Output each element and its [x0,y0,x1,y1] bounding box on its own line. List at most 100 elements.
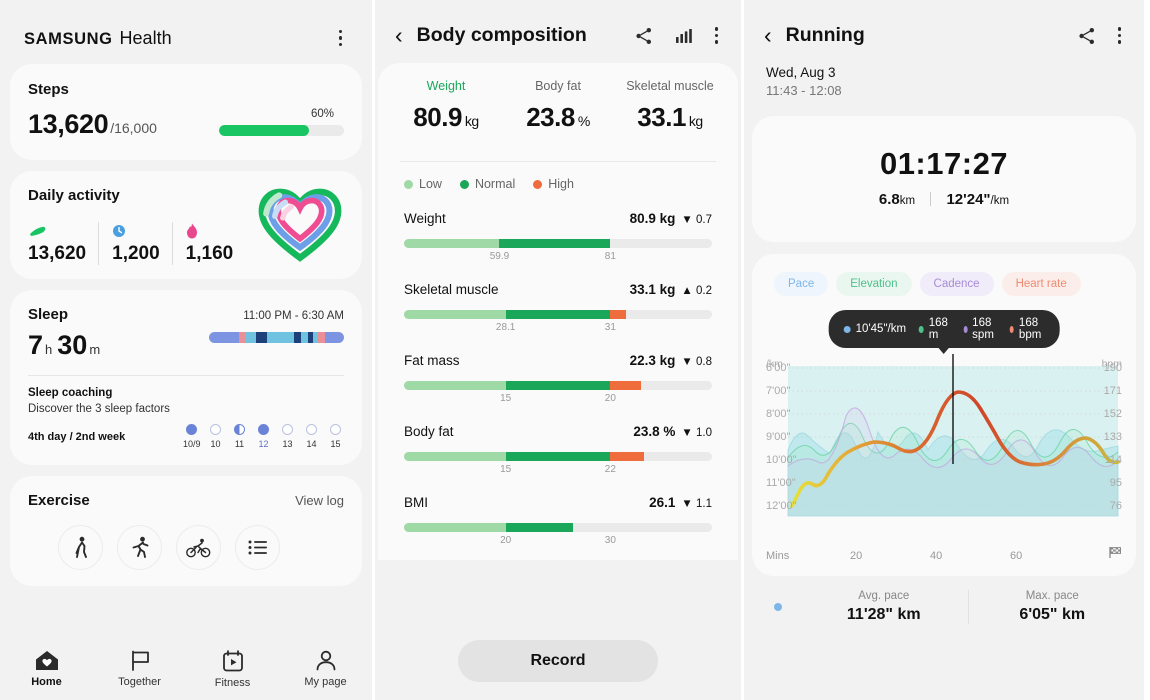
bar-chart-icon[interactable] [670,26,698,46]
bc-tab-body-fat[interactable]: Body fat 23.8% [502,79,614,133]
bc-tab-weight[interactable]: Weight 80.9 kg [390,79,502,133]
activity-metric-calories: 1,160 [171,222,246,266]
coaching-day-item[interactable]: 15 [327,424,344,449]
chip-elevation[interactable]: Elevation [836,272,912,296]
body-composition-screen: ‹ Body composition Weight 80.9 kg Body fat 2… [372,0,744,700]
steps-card[interactable]: Steps 13,620/16,000 60% [10,64,362,161]
coaching-day-item[interactable]: 10/9 [183,424,201,449]
metric-delta: ▼ 0.7 [681,214,712,226]
coaching-day-dot [282,424,293,436]
legend-item-normal: Normal [459,177,515,191]
legend-dot [533,179,543,189]
more-icon[interactable] [710,25,723,45]
metric-row[interactable]: Weight 80.9 kg ▼ 0.7 59.9 81 [404,199,712,270]
legend-dot [404,179,413,189]
metric-ticks: 15 20 [404,393,712,408]
running-chart-card: Pace Elevation Cadence Heart rate 10'45"/km… [752,254,1136,576]
avg-pace-value: 11'28" km [846,606,921,623]
y-left-tick: 6'00" [766,362,791,374]
bc-tab-unit: kg [464,113,479,129]
chip-heart-rate[interactable]: Heart rate [1001,272,1081,296]
chip-cadence[interactable]: Cadence [919,272,994,296]
body-composition-tabs: Weight 80.9 kg Body fat 23.8% Skeletal muscle… [390,79,726,133]
flame-icon [186,222,234,240]
metric-range-bar [404,381,712,390]
metric-row[interactable]: Skeletal muscle 33.1 kg ▲ 0.2 28.1 31 [404,270,712,341]
nav-item-home[interactable]: Home [0,638,93,700]
home-heart-icon [35,651,58,670]
coaching-day-item[interactable]: 10 [207,424,224,449]
coaching-day-label: 14 [306,439,317,450]
bc-tab-unit: kg [688,113,703,129]
back-icon[interactable]: ‹ [393,24,405,47]
metric-row[interactable]: BMI 26.1 ▼ 1.1 20 30 [404,483,712,554]
exercise-card[interactable]: Exercise View log [10,476,362,587]
sleep-stage-segment [294,332,301,344]
metric-name: Weight [404,211,446,226]
bc-tab-skeletal-muscle[interactable]: Skeletal muscle 33.1 kg [614,79,726,133]
nav-item-together[interactable]: Together [93,638,186,700]
metric-row[interactable]: Body fat 23.8 % ▼ 1.0 15 22 [404,412,712,483]
summary-divider [930,192,932,206]
chart-tooltip: 10'45"/km 168 m 168 spm 168 bpm [828,310,1060,348]
run-icon[interactable] [117,525,162,571]
clock-icon [112,222,160,240]
coaching-day-item[interactable]: 13 [279,424,296,449]
more-icon[interactable] [331,26,350,50]
coaching-day-item[interactable]: 11 [231,424,248,449]
sleep-hours: 7 [28,330,44,361]
x-axis-tick: 60 [1010,550,1023,562]
coaching-day-item[interactable]: 14 [303,424,320,449]
chart-plot-area [752,336,1136,539]
coaching-day-dot [306,424,317,436]
nav-label-fitness: Fitness [214,676,251,689]
bc-tab-unit: % [577,113,590,129]
sleep-stage-segment [300,332,308,344]
share-icon[interactable] [630,25,658,47]
y-left-tick: 9'00" [766,431,791,443]
metric-delta: ▼ 1.0 [681,427,712,439]
pace-series-dot [774,603,782,611]
metric-row[interactable]: Fat mass 22.3 kg ▼ 0.8 15 20 [404,341,712,412]
metric-bar-normal [499,239,611,248]
nav-item-fitness[interactable]: Fitness [186,638,279,700]
running-distance-unit: km [899,195,916,207]
app-brand: SAMSUNG Health [24,28,172,49]
share-icon[interactable] [1073,25,1101,47]
metric-ticks: 15 22 [404,464,712,479]
record-button[interactable]: Record [458,640,658,682]
list-icon[interactable] [235,525,280,571]
sleep-coaching-title: Sleep coaching [28,387,113,400]
tooltip-value: 168 bpm [1018,317,1042,341]
coaching-day-item[interactable]: 12 [255,424,272,449]
running-time-range: 11:43 - 12:08 [766,83,842,98]
chip-pace[interactable]: Pace [774,272,829,296]
tooltip-dot [919,325,924,333]
finish-flag-icon [1108,546,1122,562]
more-icon[interactable] [1113,25,1126,45]
sleep-card[interactable]: Sleep 7 h 30 m 11:00 PM - 6:30 AM Sleep coa… [10,290,362,466]
bike-icon[interactable] [176,525,221,571]
tooltip-dot [963,325,968,333]
view-log-button[interactable]: View log [295,493,344,508]
metric-tick-low: 59.9 [489,251,510,262]
walk-icon[interactable] [58,525,103,571]
x-axis-tick: Mins [766,550,790,562]
metric-delta: ▲ 0.2 [681,285,712,297]
y-right-tick: 95 [1109,477,1122,489]
tooltip-item: 10'45"/km [843,317,906,341]
daily-activity-card[interactable]: Daily activity 13,620 1,200 1,160 [10,171,362,280]
sleep-stage-segment [318,332,326,344]
running-summary-card[interactable]: 01:17:27 6.8km 12'24"/km [752,116,1136,242]
nav-item-my-page[interactable]: My page [279,638,372,700]
metric-tick-high: 31 [604,322,616,333]
steps-percent: 60% [310,108,334,121]
coaching-day-label: 12 [258,439,269,450]
y-right-tick: 171 [1103,385,1122,397]
metric-value: 22.3 kg [629,353,676,368]
activity-steps-value: 13,620 [28,243,87,265]
metric-name: Fat mass [404,353,460,368]
x-axis-tick: 20 [850,550,863,562]
back-icon[interactable]: ‹ [762,24,774,47]
sleep-coaching-day: 4th day / 2nd week [28,430,126,443]
